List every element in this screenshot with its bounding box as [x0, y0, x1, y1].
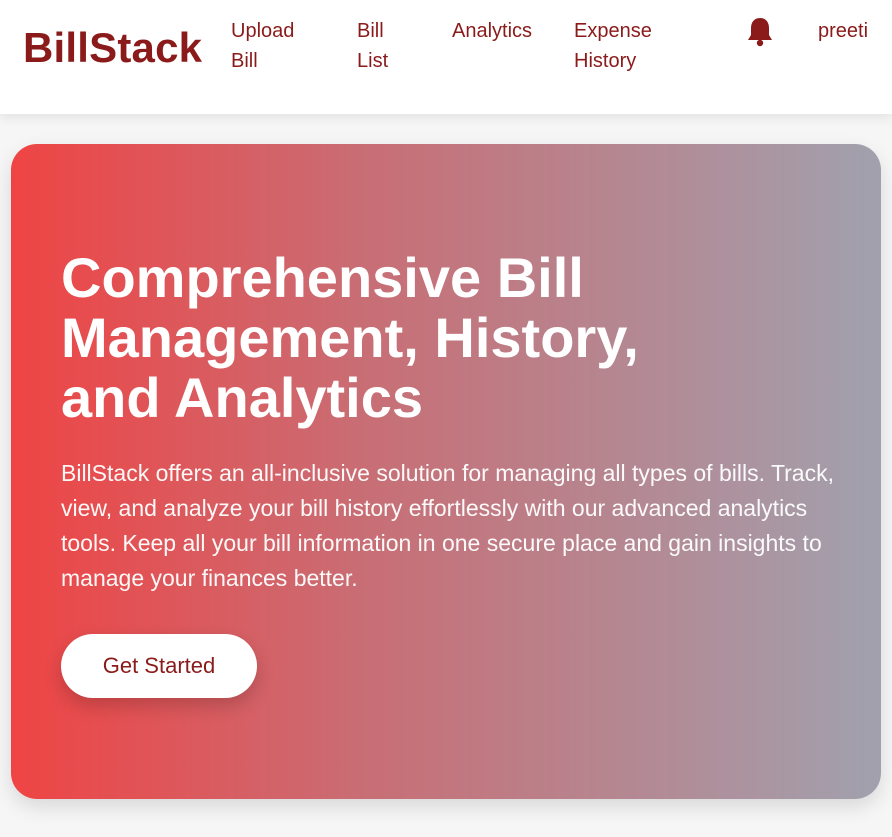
bell-icon-svg: [748, 18, 772, 47]
bell-icon[interactable]: [745, 16, 775, 48]
top-navbar: BillStack Upload Bill Bill List Analytic…: [0, 0, 892, 114]
get-started-button[interactable]: Get Started: [61, 634, 257, 698]
nav-link-analytics[interactable]: Analytics: [452, 16, 562, 46]
user-name[interactable]: preeti: [818, 16, 868, 46]
nav-link-bill-list[interactable]: Bill List: [357, 16, 417, 76]
brand-logo-text[interactable]: BillStack: [23, 24, 202, 72]
hero-title: Comprehensive Bill Management, History, …: [61, 246, 639, 429]
hero-banner: Comprehensive Bill Management, History, …: [11, 144, 881, 799]
hero-description: BillStack offers an all-inclusive soluti…: [61, 460, 834, 591]
nav-link-expense-history[interactable]: Expense History: [574, 16, 684, 76]
nav-link-upload-bill[interactable]: Upload Bill: [231, 16, 331, 76]
